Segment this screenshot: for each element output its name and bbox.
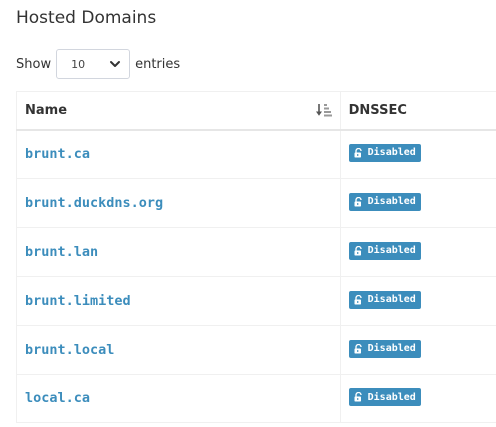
dnssec-status-badge: Disabled: [348, 339, 421, 358]
unlock-icon: [354, 196, 362, 206]
dnssec-status-label: Disabled: [367, 147, 416, 159]
domain-name-cell: brunt.local: [16, 325, 341, 375]
dnssec-status-label: Disabled: [367, 294, 416, 305]
page-title: Hosted Domains: [16, 8, 157, 28]
entries-per-page-value: 10: [71, 57, 86, 71]
entries-length-control: Show 10 entries: [16, 49, 180, 79]
table-row: brunt.lan Disabled: [16, 227, 496, 277]
column-header-name[interactable]: Name: [16, 91, 341, 131]
domain-link[interactable]: brunt.limited: [25, 293, 131, 309]
domain-name-cell: local.ca: [16, 374, 341, 423]
dnssec-cell: Disabled: [339, 227, 496, 277]
domain-link[interactable]: brunt.ca: [25, 146, 90, 162]
table-row: brunt.duckdns.org Disabled: [16, 178, 496, 228]
dnssec-cell: Disabled: [339, 129, 496, 179]
domain-name-cell: brunt.duckdns.org: [16, 178, 341, 228]
dnssec-status-badge: Disabled: [348, 290, 421, 309]
table-row: brunt.ca Disabled: [16, 129, 496, 179]
column-header-name-label: Name: [25, 102, 68, 118]
dnssec-cell: Disabled: [339, 276, 496, 326]
entries-label: entries: [135, 56, 181, 72]
sort-amount-down-icon: [315, 104, 332, 117]
column-header-dnssec[interactable]: DNSSEC: [339, 91, 496, 131]
entries-per-page-select[interactable]: 10: [56, 49, 131, 79]
dnssec-status-badge: Disabled: [348, 192, 421, 211]
dnssec-cell: Disabled: [339, 325, 496, 375]
domain-link[interactable]: brunt.lan: [25, 244, 98, 260]
unlock-icon: [354, 392, 362, 402]
table-row: local.ca Disabled: [16, 374, 496, 423]
dnssec-status-label: Disabled: [367, 196, 416, 207]
unlock-icon: [354, 343, 362, 353]
dnssec-status-label: Disabled: [367, 343, 416, 354]
domain-name-cell: brunt.limited: [16, 276, 341, 326]
domain-name-cell: brunt.lan: [16, 227, 341, 277]
dnssec-status-badge: Disabled: [348, 241, 421, 260]
domain-name-cell: brunt.ca: [16, 129, 341, 179]
dnssec-status-badge: Disabled: [348, 388, 421, 406]
unlock-icon: [354, 245, 362, 255]
dnssec-cell: Disabled: [339, 178, 496, 228]
unlock-icon: [354, 147, 362, 158]
column-header-dnssec-label: DNSSEC: [348, 102, 407, 118]
domain-link[interactable]: brunt.local: [25, 342, 114, 358]
chevron-down-icon: [110, 61, 121, 67]
table-header-row: Name DNSSEC: [16, 91, 496, 131]
domains-table: Name DNSSEC brunt.ca Disabled brunt.duck…: [16, 91, 496, 423]
domain-link[interactable]: local.ca: [25, 390, 90, 406]
dnssec-status-badge: Disabled: [348, 143, 421, 162]
dnssec-cell: Disabled: [339, 374, 496, 423]
hosted-domains-page: Hosted Domains Show 10 entries Name DNSS…: [0, 0, 496, 427]
table-row: brunt.limited Disabled: [16, 276, 496, 326]
dnssec-status-label: Disabled: [367, 245, 416, 256]
show-label: Show: [16, 56, 52, 72]
unlock-icon: [354, 294, 362, 304]
dnssec-status-label: Disabled: [367, 391, 416, 403]
table-row: brunt.local Disabled: [16, 325, 496, 375]
domain-link[interactable]: brunt.duckdns.org: [25, 195, 163, 211]
